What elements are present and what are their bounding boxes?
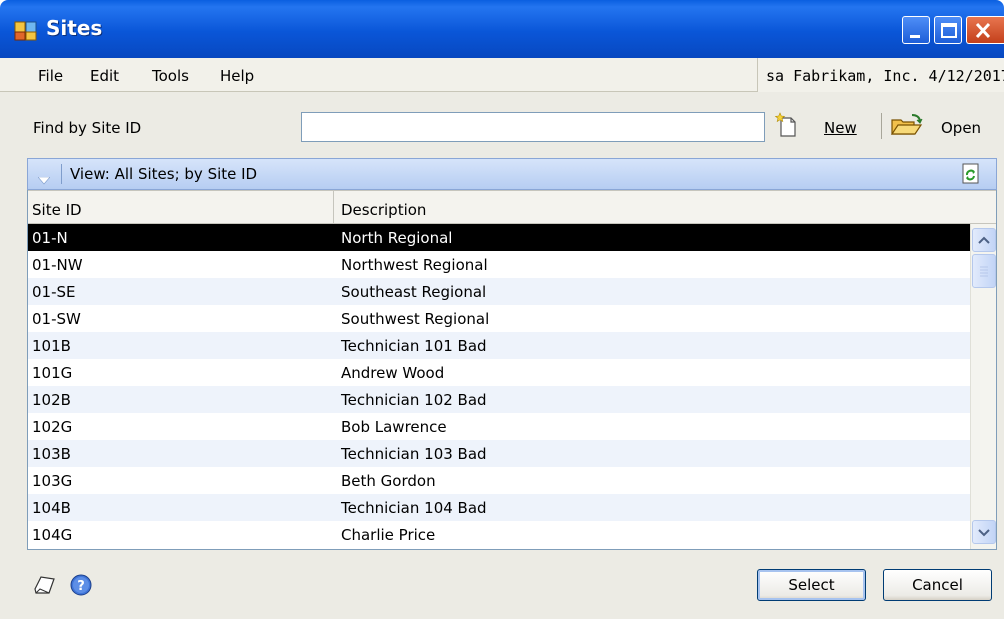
description-cell: Technician 103 Bad <box>341 445 487 463</box>
table-row[interactable]: 01-N North Regional <box>28 224 970 251</box>
table-row[interactable]: 101G Andrew Wood <box>28 359 970 386</box>
site-id-cell: 01-SW <box>32 310 81 328</box>
table-row[interactable]: 01-SW Southwest Regional <box>28 305 970 332</box>
column-header-site-id[interactable]: Site ID <box>32 201 82 219</box>
refresh-icon[interactable] <box>960 163 982 185</box>
open-button[interactable]: Open <box>941 119 981 137</box>
table-row[interactable]: 01-SE Southeast Regional <box>28 278 970 305</box>
description-cell: Technician 101 Bad <box>341 337 487 355</box>
description-cell: Southeast Regional <box>341 283 487 301</box>
toolbar-separator <box>881 113 882 139</box>
sites-grid: Site ID Description 01-N North Regional 01… <box>27 190 997 550</box>
window-title: Sites <box>46 16 103 40</box>
new-icon[interactable] <box>774 112 800 138</box>
help-icon[interactable]: ? <box>70 574 92 596</box>
site-id-cell: 01-N <box>32 229 68 247</box>
table-row[interactable]: 102B Technician 102 Bad <box>28 386 970 413</box>
find-site-id-input[interactable] <box>301 112 765 142</box>
maximize-button[interactable] <box>934 16 962 44</box>
description-cell: Beth Gordon <box>341 472 436 490</box>
minimize-button[interactable] <box>902 16 930 44</box>
cancel-button[interactable]: Cancel <box>883 569 992 601</box>
description-cell: Northwest Regional <box>341 256 488 274</box>
site-id-cell: 01-SE <box>32 283 76 301</box>
table-row[interactable]: 103G Beth Gordon <box>28 467 970 494</box>
menu-edit[interactable]: Edit <box>90 67 119 85</box>
table-row[interactable]: 101B Technician 101 Bad <box>28 332 970 359</box>
site-id-cell: 104B <box>32 499 71 517</box>
site-id-cell: 101G <box>32 364 73 382</box>
view-selector[interactable]: View: All Sites; by Site ID <box>70 165 257 183</box>
site-id-cell: 101B <box>32 337 71 355</box>
site-id-cell: 01-NW <box>32 256 83 274</box>
new-button[interactable]: New <box>824 119 857 137</box>
vertical-scrollbar[interactable] <box>970 224 996 549</box>
grid-header: Site ID Description <box>28 190 996 225</box>
grid-rows: 01-N North Regional 01-NW Northwest Regiona… <box>28 224 970 548</box>
description-cell: Technician 104 Bad <box>341 499 487 517</box>
view-dropdown-arrow-icon[interactable] <box>37 171 51 189</box>
description-cell: Bob Lawrence <box>341 418 447 436</box>
description-cell: Charlie Price <box>341 526 436 544</box>
select-button[interactable]: Select <box>757 569 866 601</box>
open-folder-icon[interactable] <box>890 112 924 138</box>
column-header-description[interactable]: Description <box>341 201 426 219</box>
find-label: Find by Site ID <box>33 119 142 137</box>
description-cell: North Regional <box>341 229 453 247</box>
description-cell: Andrew Wood <box>341 364 445 382</box>
scroll-down-button[interactable] <box>972 520 996 544</box>
site-id-cell: 103B <box>32 445 71 463</box>
column-divider[interactable] <box>333 191 334 225</box>
table-row[interactable]: 103B Technician 103 Bad <box>28 440 970 467</box>
user-company-date: sa Fabrikam, Inc. 4/12/2017 <box>757 58 1004 92</box>
site-id-cell: 103G <box>32 472 73 490</box>
note-icon[interactable] <box>32 574 58 596</box>
menu-tools[interactable]: Tools <box>152 67 189 85</box>
table-row[interactable]: 104G Charlie Price <box>28 521 970 548</box>
close-button[interactable] <box>966 16 1004 44</box>
scroll-thumb[interactable] <box>972 254 996 288</box>
menu-file[interactable]: File <box>38 67 63 85</box>
site-id-cell: 102G <box>32 418 73 436</box>
svg-text:?: ? <box>77 579 85 594</box>
app-icon <box>14 19 38 41</box>
description-cell: Southwest Regional <box>341 310 490 328</box>
site-id-cell: 104G <box>32 526 73 544</box>
site-id-cell: 102B <box>32 391 71 409</box>
menu-help[interactable]: Help <box>220 67 254 85</box>
view-bar: View: All Sites; by Site ID <box>27 158 997 190</box>
table-row[interactable]: 104B Technician 104 Bad <box>28 494 970 521</box>
scroll-up-button[interactable] <box>972 228 996 252</box>
description-cell: Technician 102 Bad <box>341 391 487 409</box>
table-row[interactable]: 01-NW Northwest Regional <box>28 251 970 278</box>
title-bar: Sites <box>0 0 1004 58</box>
table-row[interactable]: 102G Bob Lawrence <box>28 413 970 440</box>
view-separator <box>61 164 62 184</box>
